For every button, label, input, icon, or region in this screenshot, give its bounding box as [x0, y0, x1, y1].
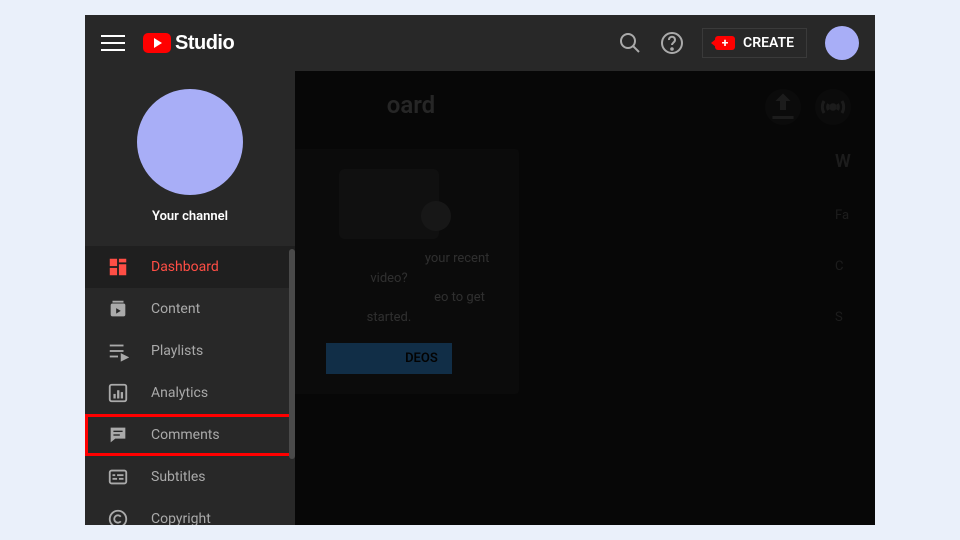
main-content: Dashboard Want to see metrics on your re… — [295, 71, 875, 525]
sidebar-scrollbar[interactable] — [289, 249, 295, 459]
app-window: Studio CREATE Your channel — [85, 15, 875, 525]
sidebar-item-analytics[interactable]: Analytics — [85, 372, 295, 414]
sidebar-item-label: Analytics — [151, 385, 208, 401]
channel-label: Your channel — [85, 209, 295, 224]
sidebar-item-label: Copyright — [151, 511, 211, 525]
create-label: CREATE — [743, 35, 794, 51]
sidebar-item-comments[interactable]: Comments — [85, 414, 295, 456]
sidebar-item-label: Dashboard — [151, 259, 219, 275]
help-icon[interactable] — [660, 31, 684, 55]
comments-icon — [107, 424, 129, 446]
sidebar-item-playlists[interactable]: Playlists — [85, 330, 295, 372]
dim-overlay — [295, 71, 875, 525]
playlists-icon — [107, 340, 129, 362]
sidebar-item-dashboard[interactable]: Dashboard — [85, 246, 295, 288]
logo-text: Studio — [175, 32, 234, 55]
search-icon[interactable] — [618, 31, 642, 55]
subtitles-icon — [107, 466, 129, 488]
channel-avatar[interactable] — [137, 89, 243, 195]
content-icon — [107, 298, 129, 320]
copyright-icon — [107, 508, 129, 525]
sidebar-item-subtitles[interactable]: Subtitles — [85, 456, 295, 498]
sidebar-item-content[interactable]: Content — [85, 288, 295, 330]
analytics-icon — [107, 382, 129, 404]
camera-plus-icon — [715, 36, 735, 50]
dashboard-icon — [107, 256, 129, 278]
top-header: Studio CREATE — [85, 15, 875, 71]
studio-logo[interactable]: Studio — [143, 32, 234, 55]
app-body: Your channel Dashboard Content — [85, 71, 875, 525]
create-button[interactable]: CREATE — [702, 28, 807, 58]
header-actions: CREATE — [618, 26, 859, 60]
sidebar-nav: Dashboard Content Playlists — [85, 246, 295, 525]
sidebar: Your channel Dashboard Content — [85, 71, 295, 525]
channel-block: Your channel — [85, 71, 295, 246]
account-avatar[interactable] — [825, 26, 859, 60]
menu-icon[interactable] — [101, 31, 125, 55]
sidebar-item-label: Comments — [151, 427, 220, 443]
sidebar-item-label: Playlists — [151, 343, 203, 359]
sidebar-item-label: Content — [151, 301, 200, 317]
sidebar-item-label: Subtitles — [151, 469, 206, 485]
play-icon — [143, 33, 171, 53]
sidebar-item-copyright[interactable]: Copyright — [85, 498, 295, 525]
